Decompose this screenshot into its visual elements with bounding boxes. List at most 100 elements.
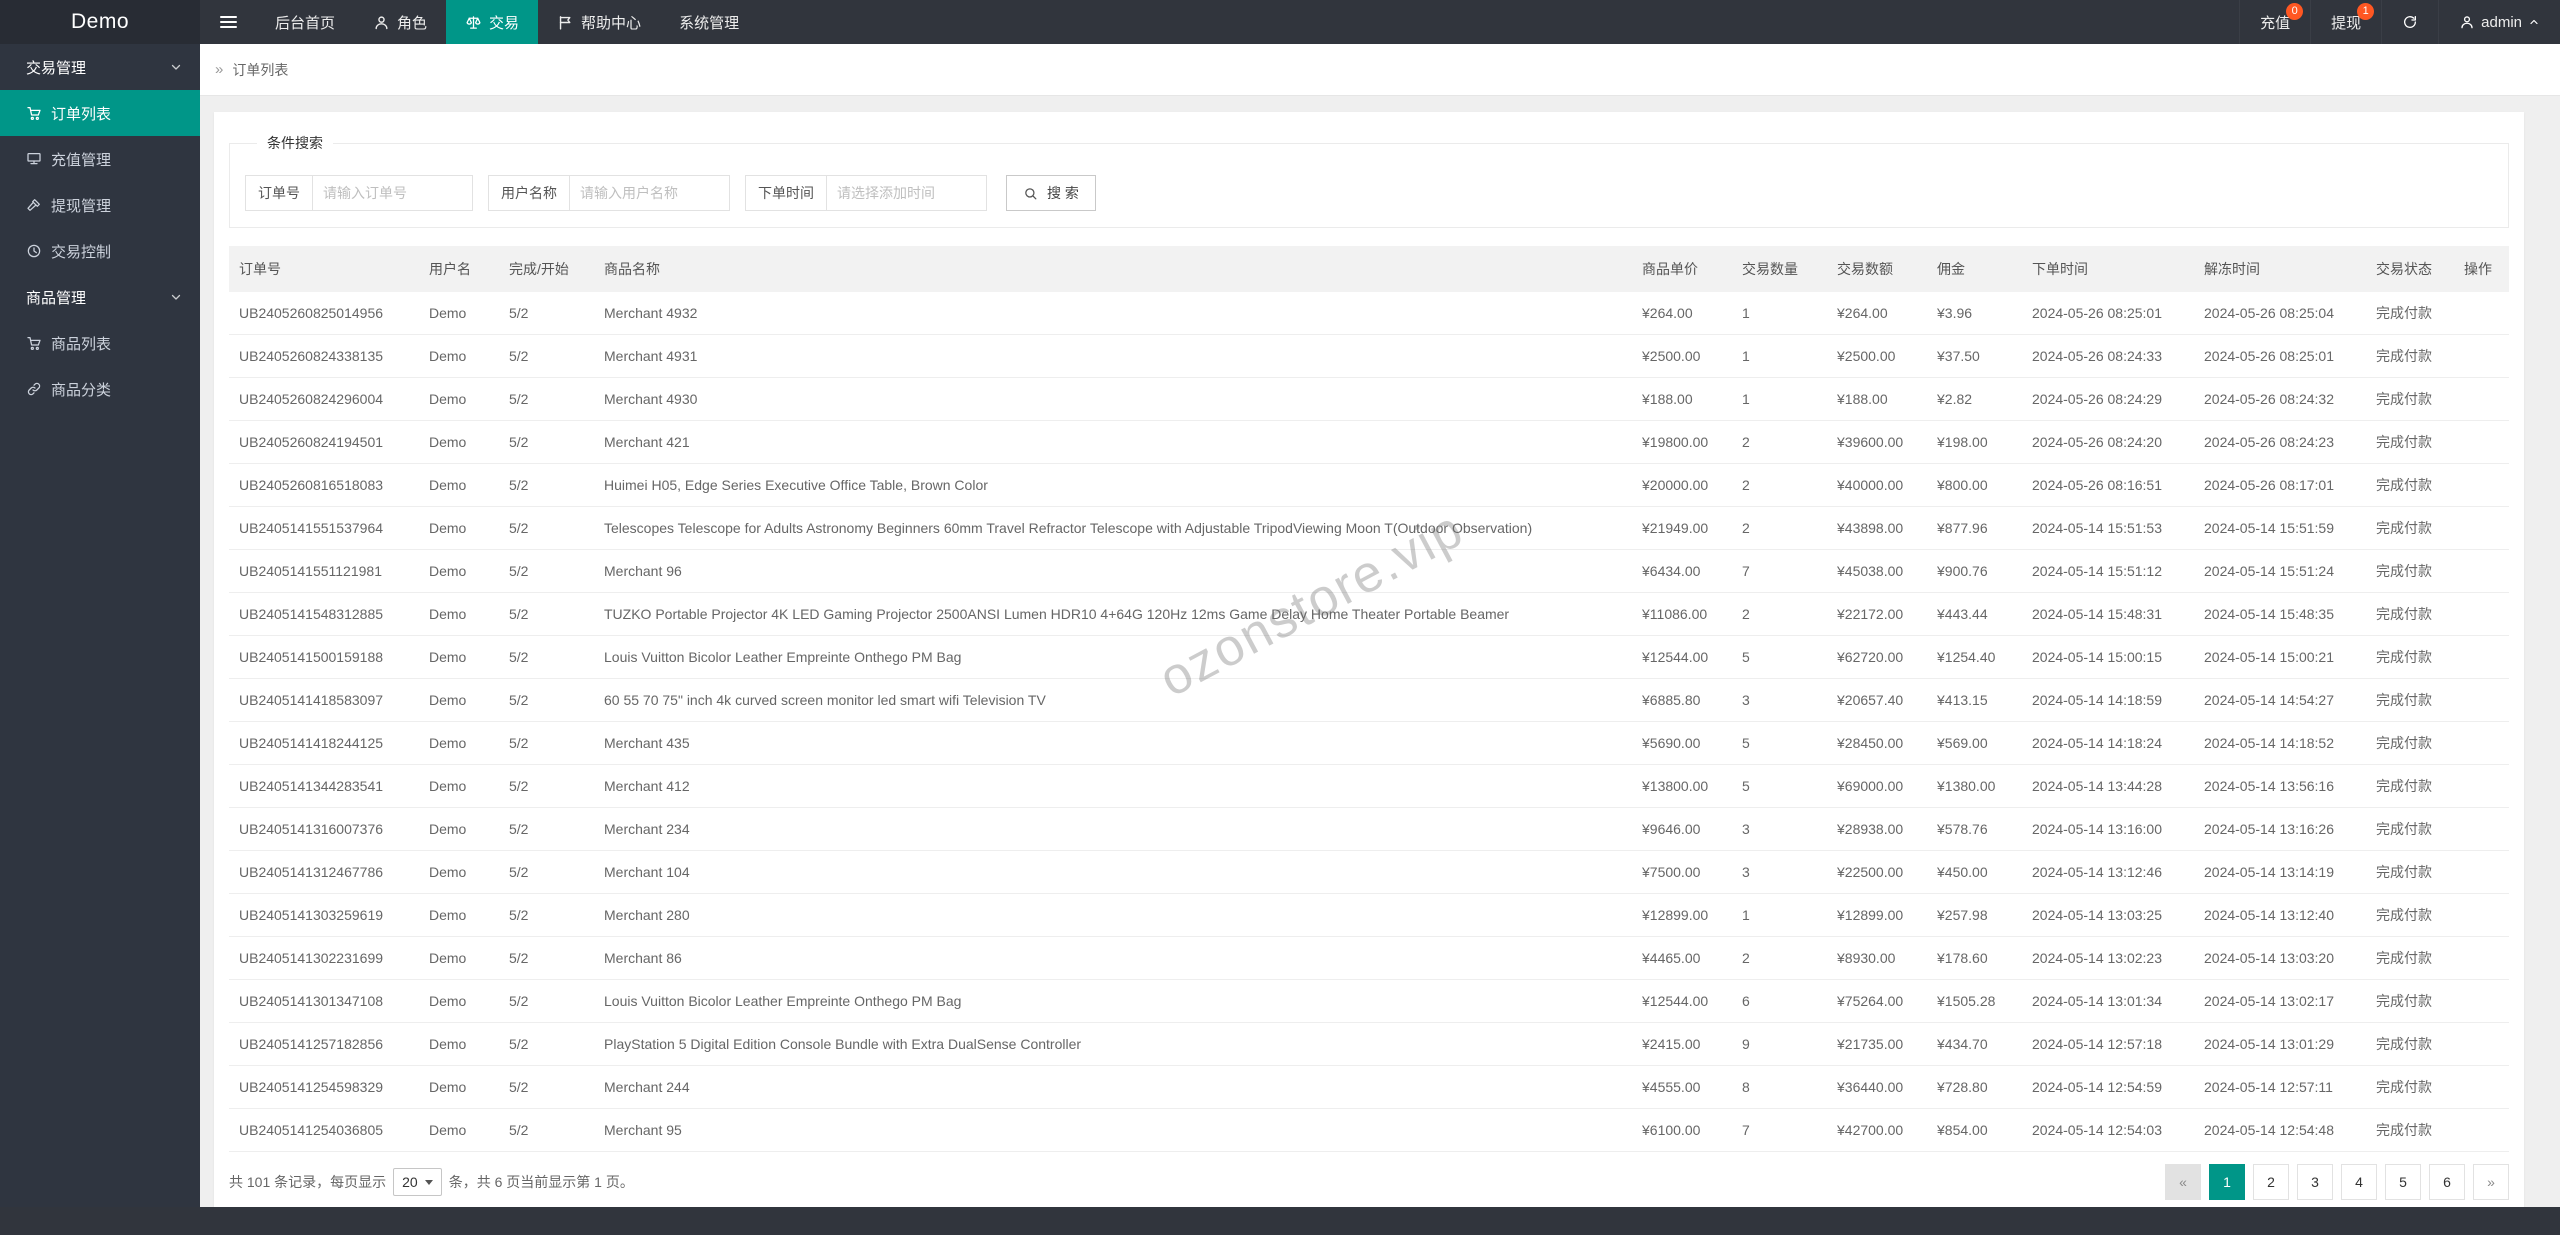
cell-progress: 5/2 (499, 635, 594, 679)
sidebar-item[interactable]: 交易控制 (0, 228, 200, 274)
table-row: UB2405141551537964 Demo 5/2 Telescopes T… (229, 506, 2509, 550)
sidebar-item[interactable]: 商品列表 (0, 320, 200, 366)
page-button[interactable]: » (2473, 1164, 2509, 1200)
cell-username: Demo (419, 592, 499, 636)
orders-table-body: UB2405260825014956 Demo 5/2 Merchant 493… (229, 292, 2509, 1152)
cell-status: 完成付款 (2366, 635, 2454, 679)
link-icon (26, 381, 42, 397)
cell-progress: 5/2 (499, 1108, 594, 1152)
cell-unfreeze-time: 2024-05-26 08:24:23 (2194, 420, 2366, 464)
nav-item[interactable]: 系统管理 (660, 0, 758, 44)
cell-commission: ¥728.80 (1927, 1065, 2022, 1109)
page-button[interactable]: 4 (2341, 1164, 2377, 1200)
search-field-group: 用户名称 (488, 175, 730, 211)
nav-item-label: 后台首页 (275, 14, 336, 32)
sidebar-item[interactable]: 充值管理 (0, 136, 200, 182)
breadcrumb-separator: » (215, 61, 224, 78)
search-field-input[interactable] (313, 175, 473, 211)
recharge-badge: 0 (2286, 3, 2304, 20)
sidebar-group-goods-items: 商品列表 商品分类 (0, 320, 200, 412)
menu-toggle-button[interactable] (200, 0, 256, 44)
cell-unfreeze-time: 2024-05-14 14:18:52 (2194, 721, 2366, 765)
sidebar-group-goods[interactable]: 商品管理 (0, 274, 200, 320)
cell-order-no: UB2405141418583097 (229, 678, 419, 722)
nav-item-label: 帮助中心 (581, 14, 642, 32)
table-row: UB2405141551121981 Demo 5/2 Merchant 96 … (229, 549, 2509, 593)
cell-order-time: 2024-05-14 12:54:59 (2022, 1065, 2194, 1109)
cell-order-time: 2024-05-14 13:16:00 (2022, 807, 2194, 851)
nav-item[interactable]: 角色 (354, 0, 446, 44)
cell-amount: ¥28450.00 (1827, 721, 1927, 765)
cell-order-time: 2024-05-26 08:24:20 (2022, 420, 2194, 464)
table-header-cell: 商品名称 (594, 246, 1632, 292)
sidebar-item[interactable]: 订单列表 (0, 90, 200, 136)
table-row: UB2405260824338135 Demo 5/2 Merchant 493… (229, 334, 2509, 378)
cell-quantity: 5 (1732, 721, 1827, 765)
footer-strip (0, 1207, 2560, 1235)
cell-order-time: 2024-05-26 08:25:01 (2022, 292, 2194, 335)
cell-commission: ¥450.00 (1927, 850, 2022, 894)
cell-order-time: 2024-05-14 12:57:18 (2022, 1022, 2194, 1066)
pagination-summary: 共 101 条记录，每页显示 20 条，共 6 页当前显示第 1 页。 (229, 1168, 634, 1196)
board-icon (26, 151, 42, 167)
withdraw-button[interactable]: 提现 1 (2310, 0, 2381, 44)
cell-order-time: 2024-05-14 15:48:31 (2022, 592, 2194, 636)
cell-commission: ¥1505.28 (1927, 979, 2022, 1023)
content-card: ozonstore.vip 条件搜索 订单号 用户名称 (214, 112, 2524, 1207)
cell-quantity: 1 (1732, 334, 1827, 378)
recharge-button[interactable]: 充值 0 (2239, 0, 2310, 44)
page-button[interactable]: 1 (2209, 1164, 2245, 1200)
cell-username: Demo (419, 850, 499, 894)
cell-progress: 5/2 (499, 592, 594, 636)
cell-amount: ¥20657.40 (1827, 678, 1927, 722)
cell-commission: ¥37.50 (1927, 334, 2022, 378)
scales-icon (465, 14, 482, 31)
page-button[interactable]: « (2165, 1164, 2201, 1200)
table-row: UB2405141500159188 Demo 5/2 Louis Vuitto… (229, 635, 2509, 679)
cell-product-name: TUZKO Portable Projector 4K LED Gaming P… (594, 592, 1632, 636)
page-button[interactable]: 6 (2429, 1164, 2465, 1200)
table-header-cell: 商品单价 (1632, 246, 1732, 292)
nav-item[interactable]: 后台首页 (256, 0, 354, 44)
user-menu[interactable]: admin (2438, 0, 2560, 44)
cell-username: Demo (419, 678, 499, 722)
nav-item[interactable]: 交易 (446, 0, 539, 44)
page-button[interactable]: 5 (2385, 1164, 2421, 1200)
cell-unit-price: ¥12899.00 (1632, 893, 1732, 937)
sidebar-group-trade[interactable]: 交易管理 (0, 44, 200, 90)
sidebar-item[interactable]: 提现管理 (0, 182, 200, 228)
cell-status: 完成付款 (2366, 979, 2454, 1023)
search-button[interactable]: 搜 索 (1006, 175, 1096, 211)
sidebar-item[interactable]: 商品分类 (0, 366, 200, 412)
cell-order-no: UB2405141302231699 (229, 936, 419, 980)
cell-unfreeze-time: 2024-05-26 08:25:01 (2194, 334, 2366, 378)
table-row: UB2405141254036805 Demo 5/2 Merchant 95 … (229, 1108, 2509, 1152)
nav-item[interactable]: 帮助中心 (538, 0, 660, 44)
cell-order-time: 2024-05-14 15:51:12 (2022, 549, 2194, 593)
search-field-input[interactable] (827, 175, 987, 211)
page-button[interactable]: 2 (2253, 1164, 2289, 1200)
cell-username: Demo (419, 1108, 499, 1152)
cart-icon (26, 335, 42, 351)
cell-product-name: Merchant 280 (594, 893, 1632, 937)
cell-order-no: UB2405141551121981 (229, 549, 419, 593)
table-header-cell: 下单时间 (2022, 246, 2194, 292)
cell-amount: ¥42700.00 (1827, 1108, 1927, 1152)
user-icon (2459, 14, 2475, 30)
search-field-input[interactable] (570, 175, 730, 211)
cell-progress: 5/2 (499, 721, 594, 765)
cell-actions (2454, 592, 2509, 636)
cell-amount: ¥8930.00 (1827, 936, 1927, 980)
cell-commission: ¥900.76 (1927, 549, 2022, 593)
cell-commission: ¥854.00 (1927, 1108, 2022, 1152)
page-button[interactable]: 3 (2297, 1164, 2333, 1200)
cell-commission: ¥257.98 (1927, 893, 2022, 937)
page-size-select[interactable]: 20 (393, 1168, 442, 1196)
cell-order-no: UB2405260816518083 (229, 463, 419, 507)
cell-commission: ¥443.44 (1927, 592, 2022, 636)
cell-order-time: 2024-05-14 15:51:53 (2022, 506, 2194, 550)
refresh-button[interactable] (2381, 0, 2438, 44)
username: admin (2481, 13, 2522, 31)
cell-quantity: 3 (1732, 850, 1827, 894)
cell-unit-price: ¥12544.00 (1632, 635, 1732, 679)
